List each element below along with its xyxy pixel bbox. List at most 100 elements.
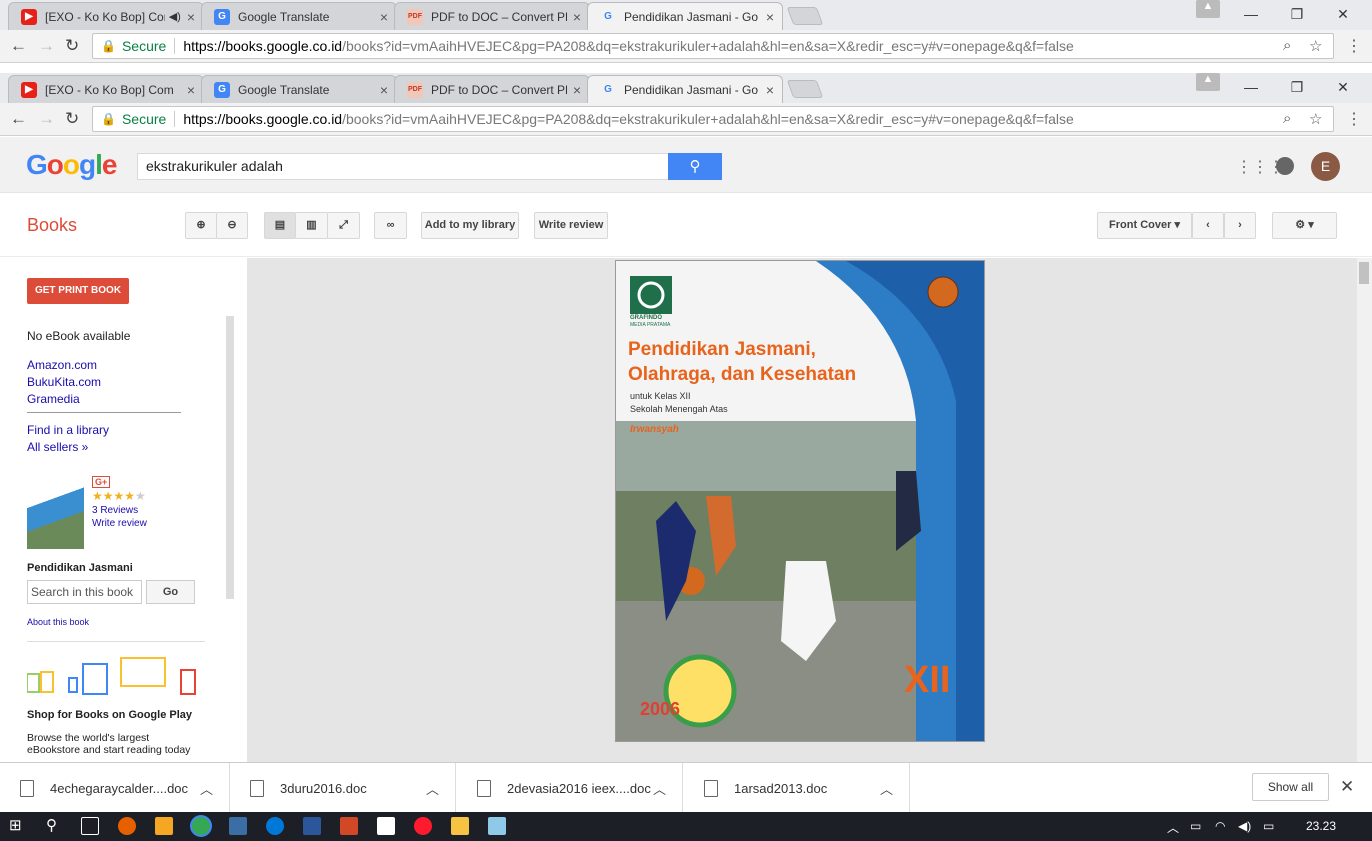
zoom-icon[interactable]: ⌕ (1283, 37, 1291, 54)
tab-youtube[interactable]: ▶ [EXO - Ko Ko Bop] Com ◀) × (8, 2, 204, 30)
search-in-book-input[interactable]: Search in this book (27, 580, 142, 604)
edge-icon[interactable] (266, 817, 284, 835)
chevron-up-icon[interactable]: ︿ (1167, 819, 1179, 836)
minimize-button[interactable]: — (1228, 79, 1274, 95)
word-icon[interactable] (303, 817, 321, 835)
tab-books[interactable]: G Pendidikan Jasmani - Go × (587, 2, 783, 30)
get-print-book-button[interactable]: GET PRINT BOOK (27, 278, 129, 304)
close-icon[interactable]: × (380, 82, 388, 98)
task-view-icon[interactable] (81, 817, 99, 835)
chevron-up-icon[interactable]: ︿ (653, 779, 666, 798)
write-review-link[interactable]: Write review (92, 518, 147, 529)
page-title[interactable]: Books (27, 215, 77, 236)
seller-link-amazon[interactable]: Amazon.com (27, 358, 97, 372)
tab-youtube[interactable]: ▶ [EXO - Ko Ko Bop] Com × (8, 75, 204, 103)
book-thumbnail[interactable] (27, 475, 84, 549)
windows-start-icon[interactable]: ⊞ (9, 817, 27, 835)
show-all-button[interactable]: Show all (1252, 773, 1329, 801)
reload-icon[interactable]: ↻ (65, 36, 79, 56)
search-button[interactable]: ⚲ (668, 153, 722, 180)
go-button[interactable]: Go (146, 580, 195, 604)
close-icon[interactable]: × (573, 9, 581, 25)
zoom-out-button[interactable]: ⊖ (216, 212, 248, 239)
winamp-icon[interactable] (155, 817, 173, 835)
all-sellers-link[interactable]: All sellers » (27, 440, 88, 454)
zoom-icon[interactable]: ⌕ (1283, 110, 1291, 127)
two-page-button[interactable]: ▥ (295, 212, 328, 239)
clock[interactable]: 23.23 (1306, 819, 1336, 833)
powerpoint-icon[interactable] (340, 817, 358, 835)
close-icon[interactable]: × (187, 9, 195, 25)
google-logo[interactable]: Google (26, 149, 117, 181)
about-book-link[interactable]: About this book (27, 617, 89, 627)
profile-icon[interactable]: ▲ (1196, 0, 1220, 18)
download-item[interactable]: 1arsad2013.doc ︿ (684, 763, 910, 813)
chevron-up-icon[interactable]: ︿ (426, 779, 439, 798)
download-item[interactable]: 4echegaraycalder....doc ︿ (0, 763, 230, 813)
tab-translate[interactable]: G Google Translate × (201, 2, 397, 30)
opera-icon[interactable] (414, 817, 432, 835)
close-window-button[interactable]: ✕ (1320, 79, 1366, 96)
tab-pdf[interactable]: PDF PDF to DOC – Convert PD × (394, 75, 590, 103)
single-page-button[interactable]: ▤ (264, 212, 296, 239)
omnibox[interactable]: 🔒 Secure https://books.google.co.id/book… (92, 106, 1334, 132)
sidebar-scrollbar[interactable] (226, 316, 234, 599)
profile-icon[interactable]: ▲ (1196, 73, 1220, 91)
close-icon[interactable]: × (187, 82, 195, 98)
restore-button[interactable]: ❐ (1274, 79, 1320, 96)
new-tab-button[interactable] (786, 80, 824, 98)
fullscreen-button[interactable]: ⤢ (327, 212, 360, 239)
search-icon[interactable]: ⚲ (46, 817, 64, 835)
new-tab-button[interactable] (786, 7, 824, 25)
close-icon[interactable]: × (766, 82, 774, 98)
star-icon[interactable]: ☆ (1309, 110, 1322, 128)
minimize-button[interactable]: — (1228, 6, 1274, 22)
app-icon[interactable] (229, 817, 247, 835)
wifi-icon[interactable]: ◠ (1215, 819, 1225, 833)
zoom-in-button[interactable]: ⊕ (185, 212, 217, 239)
page-scrollbar[interactable] (1357, 258, 1372, 762)
tab-pdf[interactable]: PDF PDF to DOC – Convert PD × (394, 2, 590, 30)
battery-icon[interactable]: ▭ (1190, 819, 1201, 833)
back-icon[interactable]: ← (10, 109, 27, 129)
close-icon[interactable]: × (380, 9, 388, 25)
volume-icon[interactable]: ◀) (1238, 819, 1251, 833)
chevron-up-icon[interactable]: ︿ (880, 779, 893, 798)
close-icon[interactable]: ✕ (1340, 777, 1354, 797)
write-review-button[interactable]: Write review (534, 212, 608, 239)
chrome-icon[interactable] (192, 817, 210, 835)
firefox-icon[interactable] (118, 817, 136, 835)
seller-link-bukukita[interactable]: BukuKita.com (27, 375, 101, 389)
restore-button[interactable]: ❐ (1274, 6, 1320, 23)
reload-icon[interactable]: ↻ (65, 109, 79, 129)
download-item[interactable]: 3duru2016.doc ︿ (230, 763, 456, 813)
tab-books[interactable]: G Pendidikan Jasmani - Go × (587, 75, 783, 103)
settings-button[interactable]: ⚙ ▾ (1272, 212, 1337, 239)
omnibox[interactable]: 🔒 Secure https://books.google.co.id/book… (92, 33, 1334, 59)
tab-translate[interactable]: G Google Translate × (201, 75, 397, 103)
close-icon[interactable]: × (766, 9, 774, 25)
find-in-library-link[interactable]: Find in a library (27, 423, 109, 437)
search-input[interactable]: ekstrakurikuler adalah (137, 153, 669, 180)
menu-icon[interactable]: ⋮ (1346, 36, 1362, 56)
avatar[interactable]: E (1311, 152, 1340, 181)
reviews-link[interactable]: 3 Reviews (92, 505, 138, 516)
menu-icon[interactable]: ⋮ (1346, 109, 1362, 129)
back-icon[interactable]: ← (10, 36, 27, 56)
previous-page-button[interactable]: ‹ (1192, 212, 1224, 239)
chevron-up-icon[interactable]: ︿ (200, 779, 213, 798)
file-explorer-icon[interactable] (451, 817, 469, 835)
document-icon[interactable] (377, 817, 395, 835)
link-button[interactable]: ∞ (374, 212, 407, 239)
close-icon[interactable]: × (573, 82, 581, 98)
close-window-button[interactable]: ✕ (1320, 6, 1366, 23)
seller-link-gramedia[interactable]: Gramedia (27, 392, 80, 406)
notification-center-icon[interactable]: ▭ (1263, 819, 1274, 833)
download-item[interactable]: 2devasia2016 ieex....doc ︿ (457, 763, 683, 813)
star-icon[interactable]: ☆ (1309, 37, 1322, 55)
notifications-icon[interactable] (1276, 157, 1294, 175)
add-to-library-button[interactable]: Add to my library (421, 212, 519, 239)
scrollbar-thumb[interactable] (1359, 262, 1369, 284)
forward-icon[interactable]: → (38, 36, 55, 56)
forward-icon[interactable]: → (38, 109, 55, 129)
